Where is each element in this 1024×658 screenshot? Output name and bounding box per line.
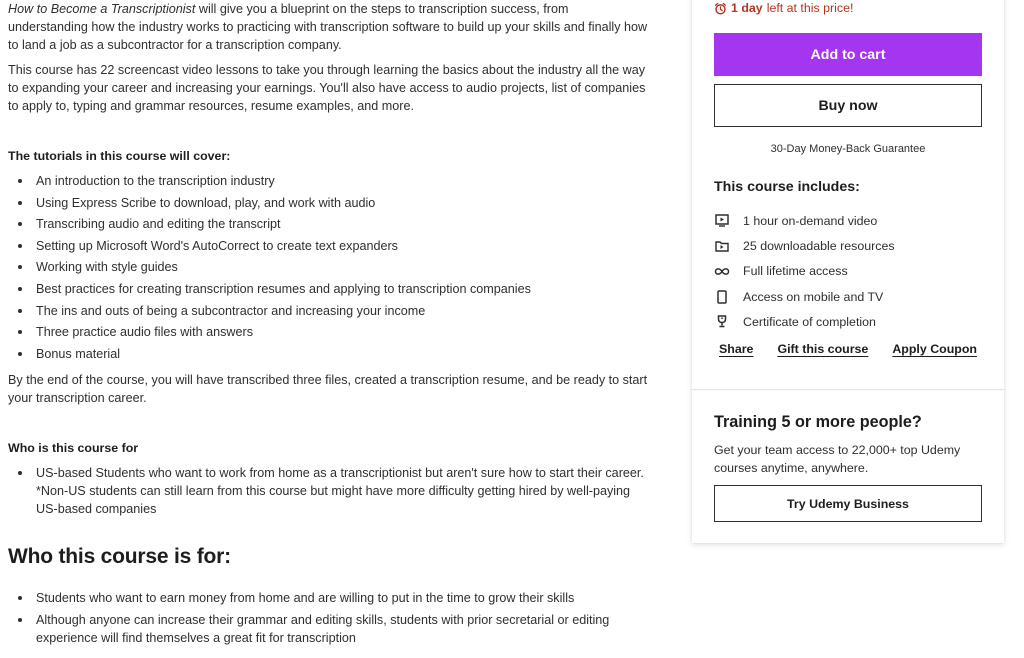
list-item: Setting up Microsoft Word's AutoCorrect …	[8, 237, 648, 259]
list-item: Although anyone can increase their gramm…	[8, 611, 648, 647]
list-item-text: Transcribing audio and editing the trans…	[36, 217, 281, 232]
list-item: Transcribing audio and editing the trans…	[8, 215, 648, 237]
list-item-text: Three practice audio files with answers	[36, 325, 253, 340]
countdown-days: 1 day	[731, 1, 763, 15]
gift-course-link[interactable]: Gift this course	[777, 342, 868, 356]
list-item: Working with style guides	[8, 258, 648, 280]
list-item: The ins and outs of being a subcontracto…	[8, 302, 648, 324]
bullet-icon	[18, 286, 22, 291]
try-udemy-business-button[interactable]: Try Udemy Business	[714, 485, 982, 522]
share-link[interactable]: Share	[719, 342, 753, 356]
course-includes-list: 1 hour on-demand video 25 downloadable r…	[714, 208, 895, 334]
buy-now-button[interactable]: Buy now	[714, 84, 982, 127]
tutorials-heading: The tutorials in this course will cover:	[8, 149, 231, 163]
list-item: Three practice audio files with answers	[8, 323, 648, 345]
list-item-text: An introduction to the transcription ind…	[36, 174, 275, 188]
list-item-text: Although anyone can increase their gramm…	[36, 612, 610, 645]
alarm-clock-icon	[714, 2, 727, 15]
audience-heading: Who this course is for:	[8, 545, 231, 568]
bullet-icon	[18, 308, 22, 313]
list-item: Best practices for creating transcriptio…	[8, 280, 648, 302]
include-item-text: Certificate of completion	[743, 314, 876, 329]
description-paragraph-outcome: By the end of the course, you will have …	[8, 373, 648, 405]
purchase-card: 1 day left at this price! Add to cart Bu…	[692, 0, 1004, 543]
include-item: Access on mobile and TV	[714, 284, 895, 309]
description-paragraph-lessons: This course has 22 screencast video less…	[8, 63, 646, 113]
bullet-icon	[18, 351, 22, 356]
countdown-text: left at this price!	[766, 1, 854, 15]
include-item: Certificate of completion	[714, 309, 895, 334]
tutorials-list: An introduction to the transcription ind…	[8, 172, 648, 366]
include-item: Full lifetime access	[714, 259, 895, 284]
list-item: Using Express Scribe to download, play, …	[8, 194, 648, 216]
list-item-text: Best practices for creating transcriptio…	[36, 281, 531, 296]
list-item-text: Setting up Microsoft Word's AutoCorrect …	[36, 238, 398, 253]
list-item: An introduction to the transcription ind…	[8, 172, 648, 194]
bullet-icon	[18, 200, 22, 205]
card-divider	[692, 389, 1004, 390]
video-icon	[714, 213, 730, 229]
price-countdown: 1 day left at this price!	[714, 1, 853, 15]
business-heading: Training 5 or more people?	[714, 413, 922, 431]
list-item: Bonus material	[8, 345, 648, 367]
bullet-icon	[18, 222, 22, 227]
audience-list: Students who want to earn money from hom…	[8, 589, 648, 650]
include-item-text: Access on mobile and TV	[743, 289, 884, 304]
include-item: 1 hour on-demand video	[714, 208, 895, 233]
include-item: 25 downloadable resources	[714, 233, 895, 258]
include-item-text: 1 hour on-demand video	[743, 213, 878, 228]
bullet-icon	[18, 179, 22, 183]
download-folder-icon	[714, 238, 730, 254]
bullet-icon	[18, 617, 22, 622]
who-is-this-for-list: US-based Students who want to work from …	[8, 464, 648, 518]
trophy-icon	[714, 314, 730, 330]
business-description: Get your team access to 22,000+ top Udem…	[714, 443, 961, 475]
list-item-text: Using Express Scribe to download, play, …	[36, 195, 376, 210]
description-paragraph-intro: How to Become a Transcriptionist will gi…	[8, 0, 648, 54]
course-title-italic: How to Become a Transcriptionist	[8, 2, 196, 16]
list-item: Students who want to earn money from hom…	[8, 589, 648, 607]
bullet-icon	[18, 265, 22, 270]
list-item-text: US-based Students who want to work from …	[36, 466, 644, 516]
list-item: US-based Students who want to work from …	[8, 464, 648, 518]
money-back-guarantee: 30-Day Money-Back Guarantee	[770, 143, 926, 155]
bullet-icon	[18, 471, 22, 475]
add-to-cart-button[interactable]: Add to cart	[714, 33, 982, 76]
card-actions: Share Gift this course Apply Coupon	[719, 342, 977, 356]
list-item-text: Students who want to earn money from hom…	[36, 591, 575, 605]
who-is-this-for-heading: Who is this course for	[8, 441, 139, 455]
bullet-icon	[18, 243, 22, 248]
include-item-text: Full lifetime access	[743, 264, 848, 279]
bullet-icon	[18, 330, 22, 335]
course-includes-heading: This course includes:	[714, 179, 860, 195]
mobile-icon	[714, 289, 730, 305]
list-item-text: Working with style guides	[36, 260, 178, 275]
include-item-text: 25 downloadable resources	[743, 238, 895, 253]
list-item-text: The ins and outs of being a subcontracto…	[36, 303, 426, 318]
list-item-text: Bonus material	[36, 346, 120, 361]
apply-coupon-link[interactable]: Apply Coupon	[892, 342, 977, 356]
infinity-icon	[714, 263, 730, 279]
bullet-icon	[18, 596, 22, 600]
